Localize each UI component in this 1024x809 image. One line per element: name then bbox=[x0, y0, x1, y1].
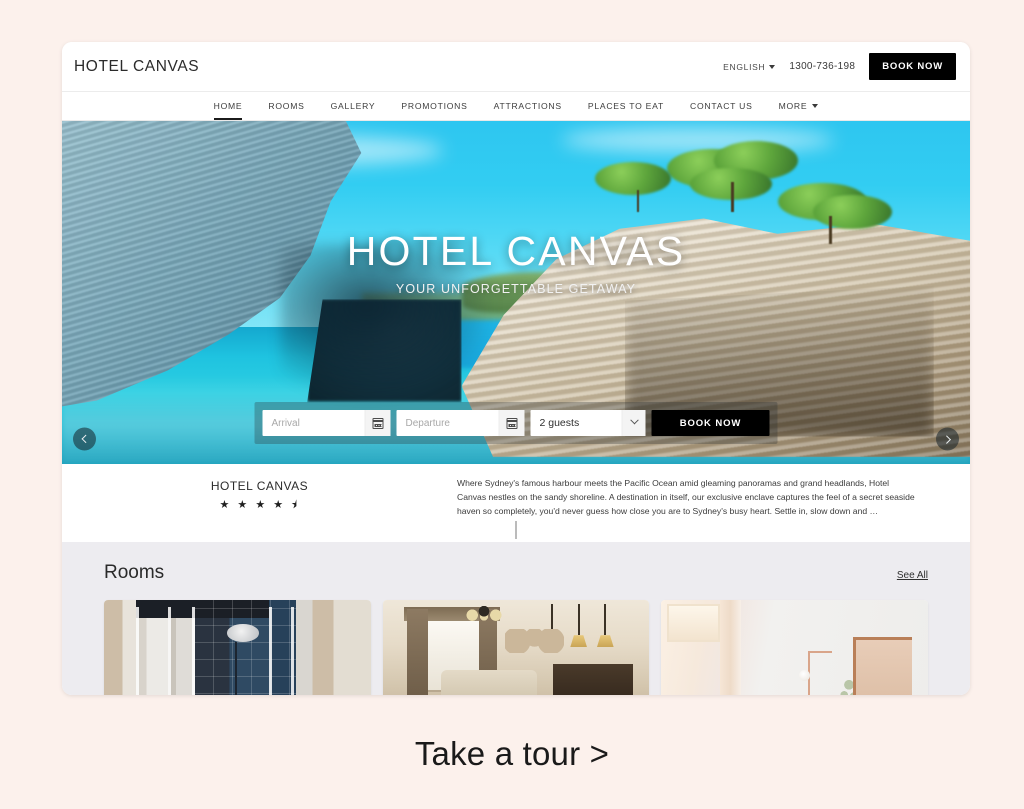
carousel-next-button[interactable] bbox=[936, 427, 959, 451]
header-actions: ENGLISH 1300-736-198 BOOK NOW bbox=[723, 53, 956, 80]
nav-label: MORE bbox=[778, 101, 808, 111]
chevron-down-icon bbox=[515, 521, 517, 539]
take-a-tour-section: Take a tour > bbox=[0, 735, 1024, 773]
chevron-down-icon bbox=[769, 64, 776, 69]
rooms-see-all-link[interactable]: See All bbox=[897, 570, 928, 581]
nav-item-rooms[interactable]: ROOMS bbox=[255, 92, 317, 120]
header-book-now-button[interactable]: BOOK NOW bbox=[869, 53, 956, 80]
about-description: Where Sydney's famous harbour meets the … bbox=[457, 478, 915, 516]
nav-item-contact-us[interactable]: CONTACT US bbox=[677, 92, 766, 120]
chevron-right-icon bbox=[942, 435, 951, 443]
booking-widget: Arrival Departure 2 guests BOOK NOW bbox=[254, 402, 778, 444]
take-a-tour-link[interactable]: Take a tour > bbox=[415, 735, 609, 772]
pine-tree bbox=[589, 152, 698, 214]
nav-item-more[interactable]: MORE bbox=[766, 92, 832, 120]
nav-item-attractions[interactable]: ATTRACTIONS bbox=[481, 92, 575, 120]
guests-select[interactable]: 2 guests bbox=[530, 410, 646, 436]
rooms-header: Rooms See All bbox=[104, 562, 928, 584]
calendar-icon[interactable] bbox=[498, 410, 525, 436]
nav-item-places-to-eat[interactable]: PLACES TO EAT bbox=[575, 92, 677, 120]
nav-item-gallery[interactable]: GALLERY bbox=[318, 92, 389, 120]
rooms-section: Rooms See All bbox=[62, 542, 970, 695]
room-card[interactable] bbox=[661, 600, 929, 695]
nav-label: ROOMS bbox=[268, 101, 305, 111]
calendar-icon[interactable] bbox=[364, 410, 391, 436]
carousel-prev-button[interactable] bbox=[73, 427, 96, 451]
phone-number[interactable]: 1300-736-198 bbox=[789, 61, 855, 72]
departure-placeholder: Departure bbox=[405, 417, 450, 429]
nav-item-home[interactable]: HOME bbox=[201, 92, 256, 120]
room-card[interactable] bbox=[104, 600, 371, 695]
site-preview-card: HOTEL CANVAS ENGLISH 1300-736-198 BOOK N… bbox=[62, 42, 970, 695]
main-navigation: HOME ROOMS GALLERY PROMOTIONS ATTRACTION… bbox=[62, 92, 970, 121]
rooms-grid bbox=[104, 600, 929, 695]
nav-label: HOME bbox=[213, 101, 243, 111]
chevron-down-icon bbox=[812, 104, 819, 108]
about-hotel-name: HOTEL CANVAS bbox=[210, 479, 309, 493]
brand-logo[interactable]: HOTEL CANVAS bbox=[74, 58, 199, 76]
expand-description-button[interactable] bbox=[515, 521, 517, 539]
room-card[interactable] bbox=[382, 600, 650, 695]
nav-label: GALLERY bbox=[330, 101, 376, 111]
nav-label: PROMOTIONS bbox=[401, 101, 468, 111]
nav-label: ATTRACTIONS bbox=[493, 101, 562, 111]
room-image-bathroom bbox=[104, 600, 371, 695]
arrival-date-field[interactable]: Arrival bbox=[262, 410, 391, 436]
chevron-down-icon bbox=[621, 410, 646, 436]
pine-tree bbox=[770, 169, 897, 245]
booking-submit-button[interactable]: BOOK NOW bbox=[651, 410, 770, 436]
room-image-living-room bbox=[382, 600, 650, 695]
about-identity: HOTEL CANVAS ★ ★ ★ ★ ⯨ bbox=[62, 477, 457, 542]
nav-label: CONTACT US bbox=[690, 101, 753, 111]
star-rating: ★ ★ ★ ★ ⯨ bbox=[219, 499, 300, 511]
left-rock-shadow bbox=[279, 244, 498, 403]
chevron-left-icon bbox=[81, 435, 90, 443]
arrival-placeholder: Arrival bbox=[271, 417, 300, 429]
room-image-minimal-bedroom bbox=[661, 600, 929, 695]
guests-value: 2 guests bbox=[539, 417, 580, 429]
rooms-title: Rooms bbox=[104, 562, 165, 583]
about-copy: Where Sydney's famous harbour meets the … bbox=[457, 477, 970, 542]
about-section: HOTEL CANVAS ★ ★ ★ ★ ⯨ Where Sydney's fa… bbox=[62, 464, 970, 542]
site-header: HOTEL CANVAS ENGLISH 1300-736-198 BOOK N… bbox=[62, 42, 970, 92]
language-selector[interactable]: ENGLISH bbox=[723, 61, 776, 72]
hero-carousel: HOTEL CANVAS YOUR UNFORGETTABLE GETAWAY … bbox=[62, 121, 970, 464]
nav-label: PLACES TO EAT bbox=[587, 101, 664, 111]
language-label: ENGLISH bbox=[723, 61, 766, 72]
nav-item-promotions[interactable]: PROMOTIONS bbox=[388, 92, 480, 120]
departure-date-field[interactable]: Departure bbox=[396, 410, 525, 436]
